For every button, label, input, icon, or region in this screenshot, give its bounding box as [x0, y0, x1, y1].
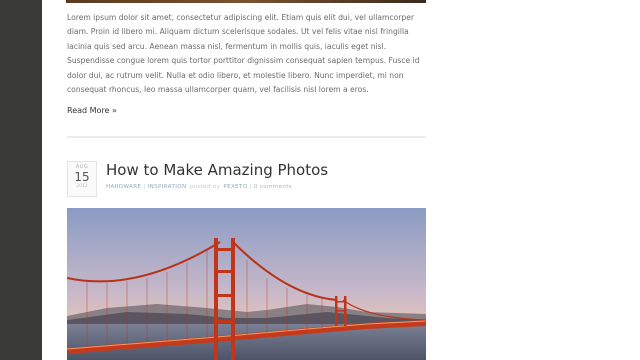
category-hardware-link[interactable]: HARDWARE: [106, 184, 141, 190]
post-date-year: 2012: [76, 184, 88, 189]
comments-count-link[interactable]: 0 comments: [254, 184, 292, 190]
golden-gate-bridge-illustration: [67, 208, 426, 360]
posted-by-label: posted by: [189, 184, 221, 190]
previous-post-excerpt: Lorem ipsum dolor sit amet, consectetur …: [67, 13, 420, 95]
meta-separator: |: [143, 184, 146, 190]
read-more-link[interactable]: Read More »: [67, 106, 117, 115]
post-date-badge: AUG 15 2012: [67, 161, 97, 197]
post-title-link[interactable]: How to Make Amazing Photos: [106, 161, 328, 179]
previous-post-image-edge: [66, 0, 426, 3]
category-inspiration-link[interactable]: INSPIRATION: [148, 184, 187, 190]
golden-gate-bridge-photo[interactable]: [67, 208, 426, 360]
post-divider: [67, 136, 426, 138]
blog-page: Lorem ipsum dolor sit amet, consectetur …: [42, 0, 640, 360]
post-meta: HARDWARE | INSPIRATION posted by PEXETO | 0 co…: [106, 184, 292, 190]
meta-separator-2: |: [249, 184, 252, 190]
author-link[interactable]: PEXETO: [223, 184, 247, 190]
post-date-day: 15: [74, 170, 90, 184]
